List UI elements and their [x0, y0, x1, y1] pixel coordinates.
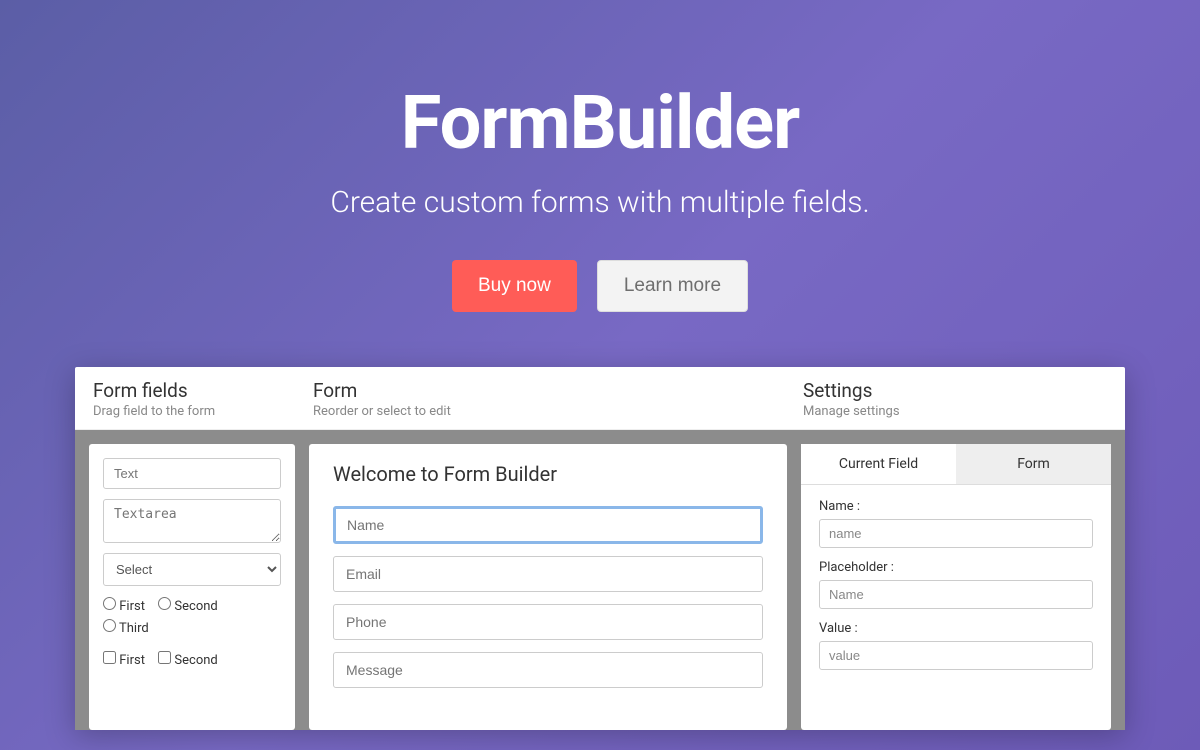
- settings-panel: Current Field Form Name : Placeholder : …: [801, 444, 1111, 730]
- form-preview-panel: Welcome to Form Builder: [309, 444, 787, 730]
- setting-value-label: Value :: [819, 621, 1093, 636]
- radio-option-first[interactable]: First: [103, 599, 145, 614]
- settings-title-header: Settings: [803, 379, 1107, 402]
- check-option-first[interactable]: First: [103, 653, 145, 668]
- palette-textarea-field[interactable]: [103, 499, 281, 543]
- settings-column-header: Settings Manage settings: [803, 379, 1107, 419]
- panels-row: Select First Second Third First Second W…: [75, 430, 1125, 730]
- radio-option-second[interactable]: Second: [158, 599, 218, 614]
- column-headers: Form fields Drag field to the form Form …: [75, 367, 1125, 430]
- palette-checkbox-group: First Second: [103, 650, 281, 672]
- fields-title: Form fields: [93, 379, 313, 402]
- fields-column-header: Form fields Drag field to the form: [93, 379, 313, 419]
- setting-name-input[interactable]: [819, 519, 1093, 548]
- setting-placeholder-label: Placeholder :: [819, 560, 1093, 575]
- setting-name-label: Name :: [819, 499, 1093, 514]
- buy-now-button[interactable]: Buy now: [452, 260, 577, 312]
- form-subtitle: Reorder or select to edit: [313, 404, 803, 419]
- setting-placeholder-input[interactable]: [819, 580, 1093, 609]
- check-option-second[interactable]: Second: [158, 653, 218, 668]
- form-preview-title: Welcome to Form Builder: [333, 462, 763, 486]
- app-preview: Form fields Drag field to the form Form …: [75, 367, 1125, 730]
- settings-body: Name : Placeholder : Value :: [801, 485, 1111, 696]
- form-input-phone[interactable]: [333, 604, 763, 640]
- fields-subtitle: Drag field to the form: [93, 404, 313, 419]
- radio-option-third[interactable]: Third: [103, 621, 149, 636]
- field-palette-panel: Select First Second Third First Second: [89, 444, 295, 730]
- hero-subtitle: Create custom forms with multiple fields…: [330, 185, 869, 220]
- form-title-header: Form: [313, 379, 803, 402]
- cta-row: Buy now Learn more: [452, 260, 748, 312]
- form-column-header: Form Reorder or select to edit: [313, 379, 803, 419]
- palette-radio-group: First Second Third: [103, 596, 281, 640]
- form-input-name[interactable]: [333, 506, 763, 544]
- settings-tabs: Current Field Form: [801, 444, 1111, 485]
- setting-value-input[interactable]: [819, 641, 1093, 670]
- learn-more-button[interactable]: Learn more: [597, 260, 748, 312]
- palette-select-field[interactable]: Select: [103, 553, 281, 586]
- tab-form[interactable]: Form: [956, 444, 1111, 484]
- form-input-email[interactable]: [333, 556, 763, 592]
- form-input-message[interactable]: [333, 652, 763, 688]
- hero-title: FormBuilder: [401, 80, 799, 167]
- palette-text-field[interactable]: [103, 458, 281, 489]
- settings-subtitle: Manage settings: [803, 404, 1107, 419]
- tab-current-field[interactable]: Current Field: [801, 444, 956, 484]
